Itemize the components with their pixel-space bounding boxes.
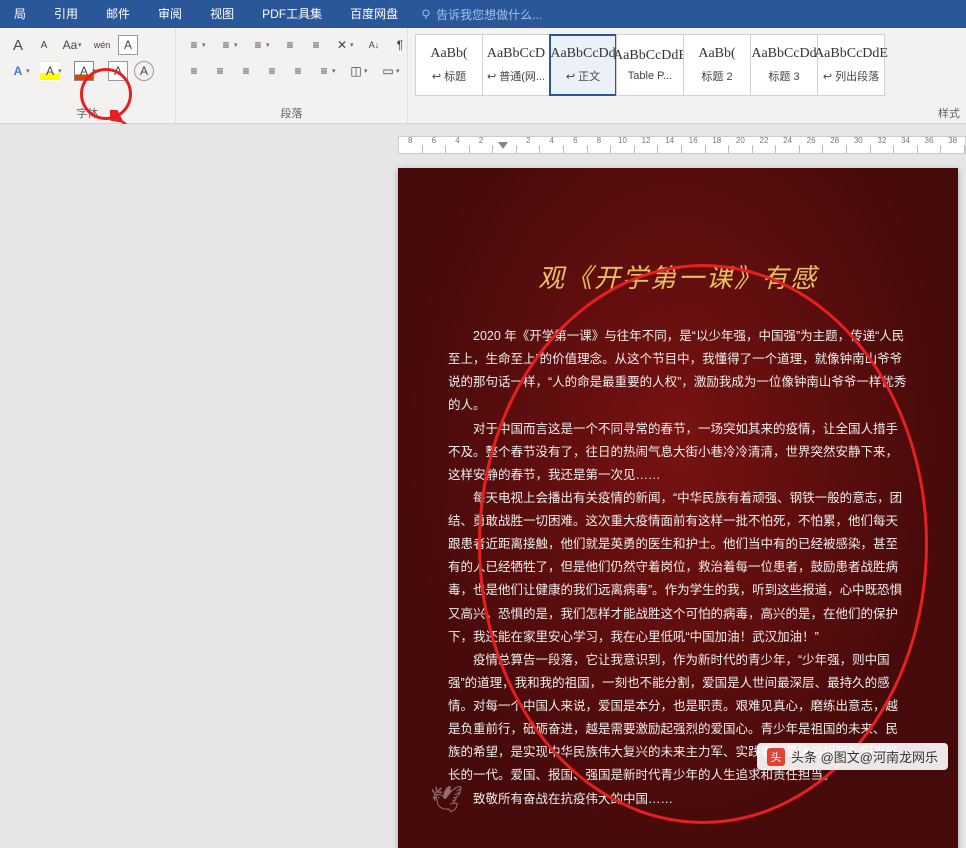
indent-marker-icon[interactable]	[498, 142, 508, 149]
font-group: A A Aa▾ wén A A▾ A▾ A▾ A A 字体	[0, 28, 176, 123]
tell-me-search[interactable]: 告诉我您想做什么...	[420, 6, 542, 23]
change-case-button[interactable]: Aa▾	[60, 35, 86, 55]
style-item[interactable]: AaBbCcD↩ 普通(网...	[482, 34, 550, 96]
borders-button[interactable]: ▭▾	[378, 61, 404, 81]
enclose-characters-button[interactable]: A	[134, 61, 154, 81]
watermark-text: 头条 @图文@河南龙网乐	[791, 747, 938, 766]
tab-view[interactable]: 视图	[196, 0, 248, 28]
dove-decoration-icon: 🕊	[430, 784, 463, 815]
dropdown-icon: ▾	[78, 41, 86, 49]
document-canvas: 86422468101214161820222426283032343638 ⚓…	[0, 124, 966, 780]
document-body[interactable]: 2020 年《开学第一课》与往年不同，是“以少年强，中国强”为主题，传递“人民至…	[448, 325, 908, 811]
tab-baidu-netdisk[interactable]: 百度网盘	[336, 0, 412, 28]
decrease-indent-button[interactable]: ≡	[280, 35, 300, 55]
grow-font-button[interactable]: A	[8, 35, 28, 55]
asian-layout-button[interactable]: ✕▾	[332, 35, 358, 55]
style-item[interactable]: AaBbCcDdETable P...	[616, 34, 684, 96]
lightbulb-icon	[420, 8, 432, 20]
paragraph-group: ≡▾ ≡▾ ≡▾ ≡ ≡ ✕▾ A↓ ¶ ≡ ≡ ≡ ≡ ≡ ≡▾ ◫▾ ▭▾ …	[176, 28, 408, 123]
tell-me-placeholder: 告诉我您想做什么...	[436, 6, 542, 23]
style-item[interactable]: AaBbCcDdE↩ 列出段落	[817, 34, 885, 96]
tab-review[interactable]: 审阅	[144, 0, 196, 28]
sort-button[interactable]: A↓	[364, 35, 384, 55]
font-color-button[interactable]: A▾	[72, 61, 102, 81]
styles-gallery-row: AaBb(↩ 标题AaBbCcD↩ 普通(网...AaBbCcDd↩ 正文AaB…	[416, 34, 958, 96]
multilevel-list-button[interactable]: ≡▾	[248, 35, 274, 55]
tab-layout[interactable]: 局	[0, 0, 40, 28]
horizontal-ruler[interactable]: 86422468101214161820222426283032343638	[398, 136, 966, 154]
character-border-button[interactable]: A	[118, 35, 138, 55]
toutiao-logo-icon: 头	[767, 748, 785, 766]
highlight-button[interactable]: A▾	[40, 61, 66, 81]
line-spacing-button[interactable]: ≡▾	[314, 61, 340, 81]
watermark: 头 头条 @图文@河南龙网乐	[757, 743, 948, 770]
distribute-button[interactable]: ≡	[288, 61, 308, 81]
tab-mailings[interactable]: 邮件	[92, 0, 144, 28]
align-center-button[interactable]: ≡	[210, 61, 230, 81]
text-effects-button[interactable]: A▾	[8, 61, 34, 81]
numbering-button[interactable]: ≡▾	[216, 35, 242, 55]
shrink-font-button[interactable]: A	[34, 35, 54, 55]
align-left-button[interactable]: ≡	[184, 61, 204, 81]
style-item[interactable]: AaBbCcDd标题 3	[750, 34, 818, 96]
styles-group: AaBb(↩ 标题AaBbCcD↩ 普通(网...AaBbCcDd↩ 正文AaB…	[408, 28, 966, 123]
phonetic-guide-button[interactable]: wén	[92, 35, 112, 55]
show-marks-button[interactable]: ¶	[390, 35, 410, 55]
increase-indent-button[interactable]: ≡	[306, 35, 326, 55]
bullets-button[interactable]: ≡▾	[184, 35, 210, 55]
tab-bar: 局 引用 邮件 审阅 视图 PDF工具集 百度网盘 告诉我您想做什么...	[0, 0, 966, 28]
font-group-label: 字体	[0, 105, 175, 121]
shading-button[interactable]: ◫▾	[346, 61, 372, 81]
justify-button[interactable]: ≡	[262, 61, 282, 81]
style-item[interactable]: AaBb(标题 2	[683, 34, 751, 96]
style-item[interactable]: AaBb(↩ 标题	[415, 34, 483, 96]
align-right-button[interactable]: ≡	[236, 61, 256, 81]
paragraph-group-label: 段落	[176, 105, 407, 121]
tab-references[interactable]: 引用	[40, 0, 92, 28]
styles-group-label: 样式	[408, 105, 966, 121]
character-shading-button[interactable]: A	[108, 61, 128, 81]
document-title[interactable]: 观《开学第一课》有感	[448, 258, 908, 295]
ribbon: A A Aa▾ wén A A▾ A▾ A▾ A A 字体 ≡▾ ≡▾ ≡▾ ≡…	[0, 28, 966, 124]
tab-pdf-tools[interactable]: PDF工具集	[248, 0, 336, 28]
style-item[interactable]: AaBbCcDd↩ 正文	[549, 34, 617, 96]
